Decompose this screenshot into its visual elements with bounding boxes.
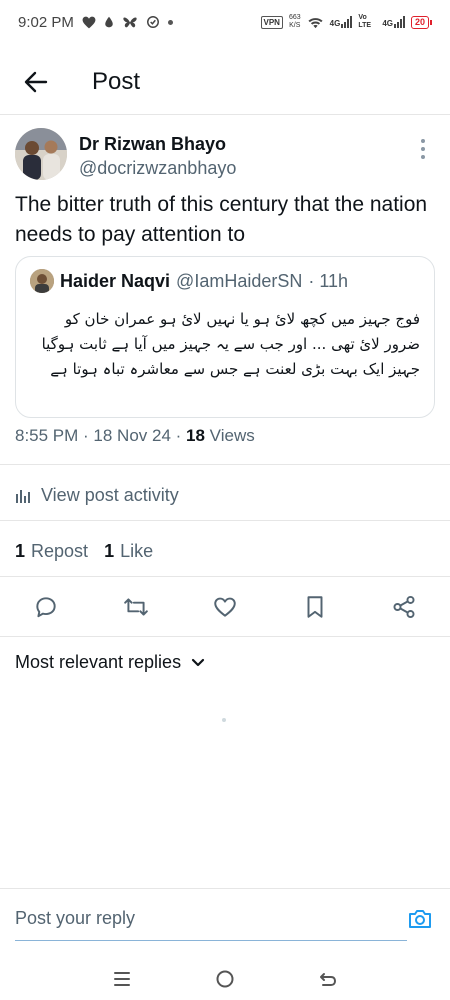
back-arrow-icon [320, 973, 337, 986]
quote-author-handle: @IamHaiderSN [176, 270, 303, 291]
reply-button[interactable] [32, 593, 60, 621]
bookmark-icon [307, 596, 322, 618]
analytics-icon [16, 490, 30, 503]
tweet-text: The bitter truth of this century that th… [15, 193, 428, 246]
view-post-activity-button[interactable]: View post activity [15, 478, 179, 512]
back-button[interactable] [22, 68, 50, 96]
replies-sort-label: Most relevant replies [15, 652, 182, 672]
bookmark-button[interactable] [301, 593, 329, 621]
signal-icon [341, 16, 353, 28]
activity-divider [0, 520, 450, 521]
status-bar: 9:02 PM VPN 663 K/S 4G Vo LTE 4G 20 [0, 0, 450, 44]
home-button[interactable] [210, 964, 240, 994]
share-button[interactable] [390, 593, 418, 621]
page-title: Post [92, 68, 141, 95]
status-time: 9:02 PM [18, 13, 74, 31]
author-handle[interactable]: @docrizwzanbhayo [79, 156, 236, 180]
likes-stat[interactable]: 1 Like [104, 541, 153, 562]
recent-apps-button[interactable] [107, 964, 137, 994]
author-name[interactable]: Dr Rizwan Bhayo [79, 132, 236, 156]
author-avatar[interactable] [15, 128, 67, 180]
actions-divider [0, 636, 450, 637]
battery-level: 20 [410, 15, 429, 29]
sync-icon [146, 16, 159, 28]
comment-icon [36, 597, 56, 618]
quote-author-name: Haider Naqvi [60, 270, 171, 291]
reply-composer [0, 888, 450, 948]
network-speed: 663 K/S [288, 14, 301, 29]
quote-author-avatar [30, 269, 54, 293]
quote-time: · 11h [308, 270, 349, 291]
vpn-badge: VPN [260, 15, 283, 29]
heart-icon [82, 16, 96, 28]
camera-icon [409, 909, 431, 928]
repost-button[interactable] [122, 593, 150, 621]
views-count: 18 [186, 426, 205, 445]
system-back-button[interactable] [313, 964, 343, 994]
activity-label: View post activity [41, 484, 179, 505]
repost-icon [123, 598, 148, 616]
reply-input[interactable] [15, 908, 405, 929]
post-actions [0, 588, 450, 626]
circle-home-icon [216, 970, 234, 988]
like-button[interactable] [211, 593, 239, 621]
notification-dot-icon [167, 19, 173, 25]
arrow-left-icon [24, 71, 48, 93]
system-navigation-bar [0, 958, 450, 1000]
battery-icon: 20 [410, 15, 432, 29]
signal-icon-2 [393, 16, 405, 28]
quote-header: Haider Naqvi @IamHaiderSN · 11h [30, 269, 420, 293]
heart-outline-icon [214, 597, 236, 617]
tweet-author: Dr Rizwan Bhayo @docrizwzanbhayo [15, 128, 435, 184]
drop-icon [105, 16, 113, 28]
post-meta: 8:55 PM · 18 Nov 24 · 18 Views [15, 426, 255, 446]
more-dot-icon [421, 147, 425, 151]
post-timestamp: 8:55 PM · 18 Nov 24 · [15, 426, 187, 445]
stats-divider [0, 576, 450, 577]
signal-strength-2: 4G [382, 16, 405, 28]
camera-button[interactable] [405, 904, 435, 934]
app-header: Post [0, 56, 450, 108]
signal-strength-1: 4G [330, 16, 353, 28]
chevron-down-icon [191, 658, 205, 666]
reposts-stat[interactable]: 1 Repost [15, 541, 88, 562]
header-divider [0, 114, 450, 115]
more-dot-icon [421, 139, 425, 143]
views-label: Views [204, 426, 255, 445]
post-stats: 1 Repost 1 Like [15, 536, 153, 566]
share-icon [393, 595, 415, 619]
quoted-post[interactable]: Haider Naqvi @IamHaiderSN · 11h فوج جہیز… [15, 256, 435, 418]
butterfly-icon [123, 16, 137, 27]
more-options-button[interactable] [411, 134, 435, 164]
wifi-icon [308, 17, 323, 28]
replies-sort-dropdown[interactable]: Most relevant replies [15, 652, 205, 673]
volte-label: Vo LTE [358, 14, 372, 29]
more-dot-icon [421, 155, 425, 159]
meta-divider [0, 464, 450, 465]
quote-text: فوج جہیز میں کچھ لائ ہو یا نہیں لائ ہو ع… [41, 310, 420, 378]
menu-lines-icon [113, 972, 130, 986]
reply-input-underline [15, 940, 407, 941]
loading-indicator [222, 718, 226, 722]
